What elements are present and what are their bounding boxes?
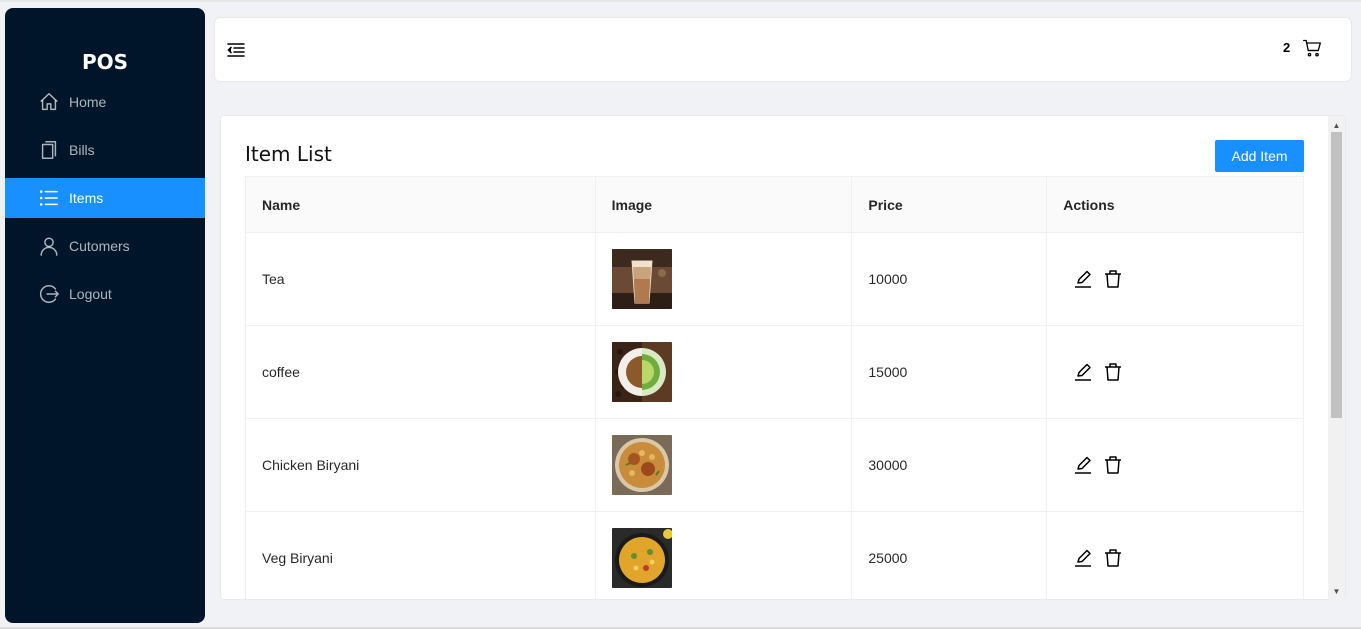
top-header: 2 xyxy=(214,17,1352,82)
edit-icon[interactable] xyxy=(1073,455,1093,475)
add-item-button[interactable]: Add Item xyxy=(1215,140,1304,172)
coffee-image xyxy=(611,342,672,402)
user-icon xyxy=(40,237,58,256)
unordered-list-icon xyxy=(39,190,58,206)
logout-icon xyxy=(39,285,59,303)
app-logo: POS xyxy=(81,50,129,74)
delete-icon[interactable] xyxy=(1103,455,1123,475)
scroll-down-arrow-icon[interactable]: ▼ xyxy=(1328,584,1345,598)
home-icon xyxy=(40,93,58,111)
chicken-biryani-image xyxy=(611,435,672,495)
item-name: Chicken Biryani xyxy=(245,418,596,512)
content-scrollbar[interactable]: ▲ ▼ xyxy=(1328,116,1345,600)
sidebar-item-customers[interactable]: Cutomers xyxy=(5,226,205,266)
column-header-price: Price xyxy=(851,176,1048,233)
table-row: Veg Biryani 25000 xyxy=(245,511,1304,599)
sidebar: POS Home Bills Items Cutomers Logout xyxy=(5,8,205,623)
sidebar-item-label: Items xyxy=(69,190,104,206)
edit-icon[interactable] xyxy=(1073,548,1093,568)
menu-fold-icon[interactable] xyxy=(226,40,246,60)
sidebar-item-label: Logout xyxy=(69,286,112,302)
sidebar-item-logout[interactable]: Logout xyxy=(5,274,205,314)
item-name: Tea xyxy=(245,232,596,326)
sidebar-item-home[interactable]: Home xyxy=(5,82,205,122)
column-header-actions: Actions xyxy=(1046,176,1304,233)
copy-icon xyxy=(41,141,57,159)
item-image-cell xyxy=(594,511,853,599)
sidebar-item-bills[interactable]: Bills xyxy=(5,130,205,170)
items-table: Name Image Price Actions Tea 10000 coffe… xyxy=(245,176,1304,599)
table-row: coffee 15000 xyxy=(245,325,1304,419)
item-actions xyxy=(1046,511,1304,599)
cart-count: 2 xyxy=(1283,40,1291,55)
delete-icon[interactable] xyxy=(1103,269,1123,289)
column-header-image: Image xyxy=(594,176,853,233)
table-row: Chicken Biryani 30000 xyxy=(245,418,1304,512)
edit-icon[interactable] xyxy=(1073,362,1093,382)
shopping-cart-icon[interactable] xyxy=(1302,38,1322,58)
item-name: coffee xyxy=(245,325,596,419)
item-price: 15000 xyxy=(851,325,1048,419)
item-actions xyxy=(1046,418,1304,512)
sidebar-item-items[interactable]: Items xyxy=(5,178,205,218)
edit-icon[interactable] xyxy=(1073,269,1093,289)
page-title: Item List xyxy=(245,142,332,166)
table-header-row: Name Image Price Actions xyxy=(245,176,1304,233)
scroll-thumb[interactable] xyxy=(1331,132,1342,418)
item-price: 10000 xyxy=(851,232,1048,326)
delete-icon[interactable] xyxy=(1103,548,1123,568)
item-actions xyxy=(1046,325,1304,419)
delete-icon[interactable] xyxy=(1103,362,1123,382)
sidebar-item-label: Cutomers xyxy=(69,238,130,254)
item-image-cell xyxy=(594,325,853,419)
item-price: 30000 xyxy=(851,418,1048,512)
item-price: 25000 xyxy=(851,511,1048,599)
column-header-name: Name xyxy=(245,176,596,233)
window-top-border xyxy=(0,0,1361,2)
tea-image xyxy=(611,249,672,309)
veg-biryani-image xyxy=(611,528,672,588)
scroll-up-arrow-icon[interactable]: ▲ xyxy=(1328,118,1345,132)
sidebar-item-label: Bills xyxy=(69,142,95,158)
item-list-card: Item List Add Item Name Image Price Acti… xyxy=(220,115,1346,600)
item-name: Veg Biryani xyxy=(245,511,596,599)
sidebar-item-label: Home xyxy=(69,94,107,110)
table-row: Tea 10000 xyxy=(245,232,1304,326)
sidebar-menu: Home Bills Items Cutomers Logout xyxy=(5,82,205,322)
item-image-cell xyxy=(594,418,853,512)
item-actions xyxy=(1046,232,1304,326)
item-image-cell xyxy=(594,232,853,326)
